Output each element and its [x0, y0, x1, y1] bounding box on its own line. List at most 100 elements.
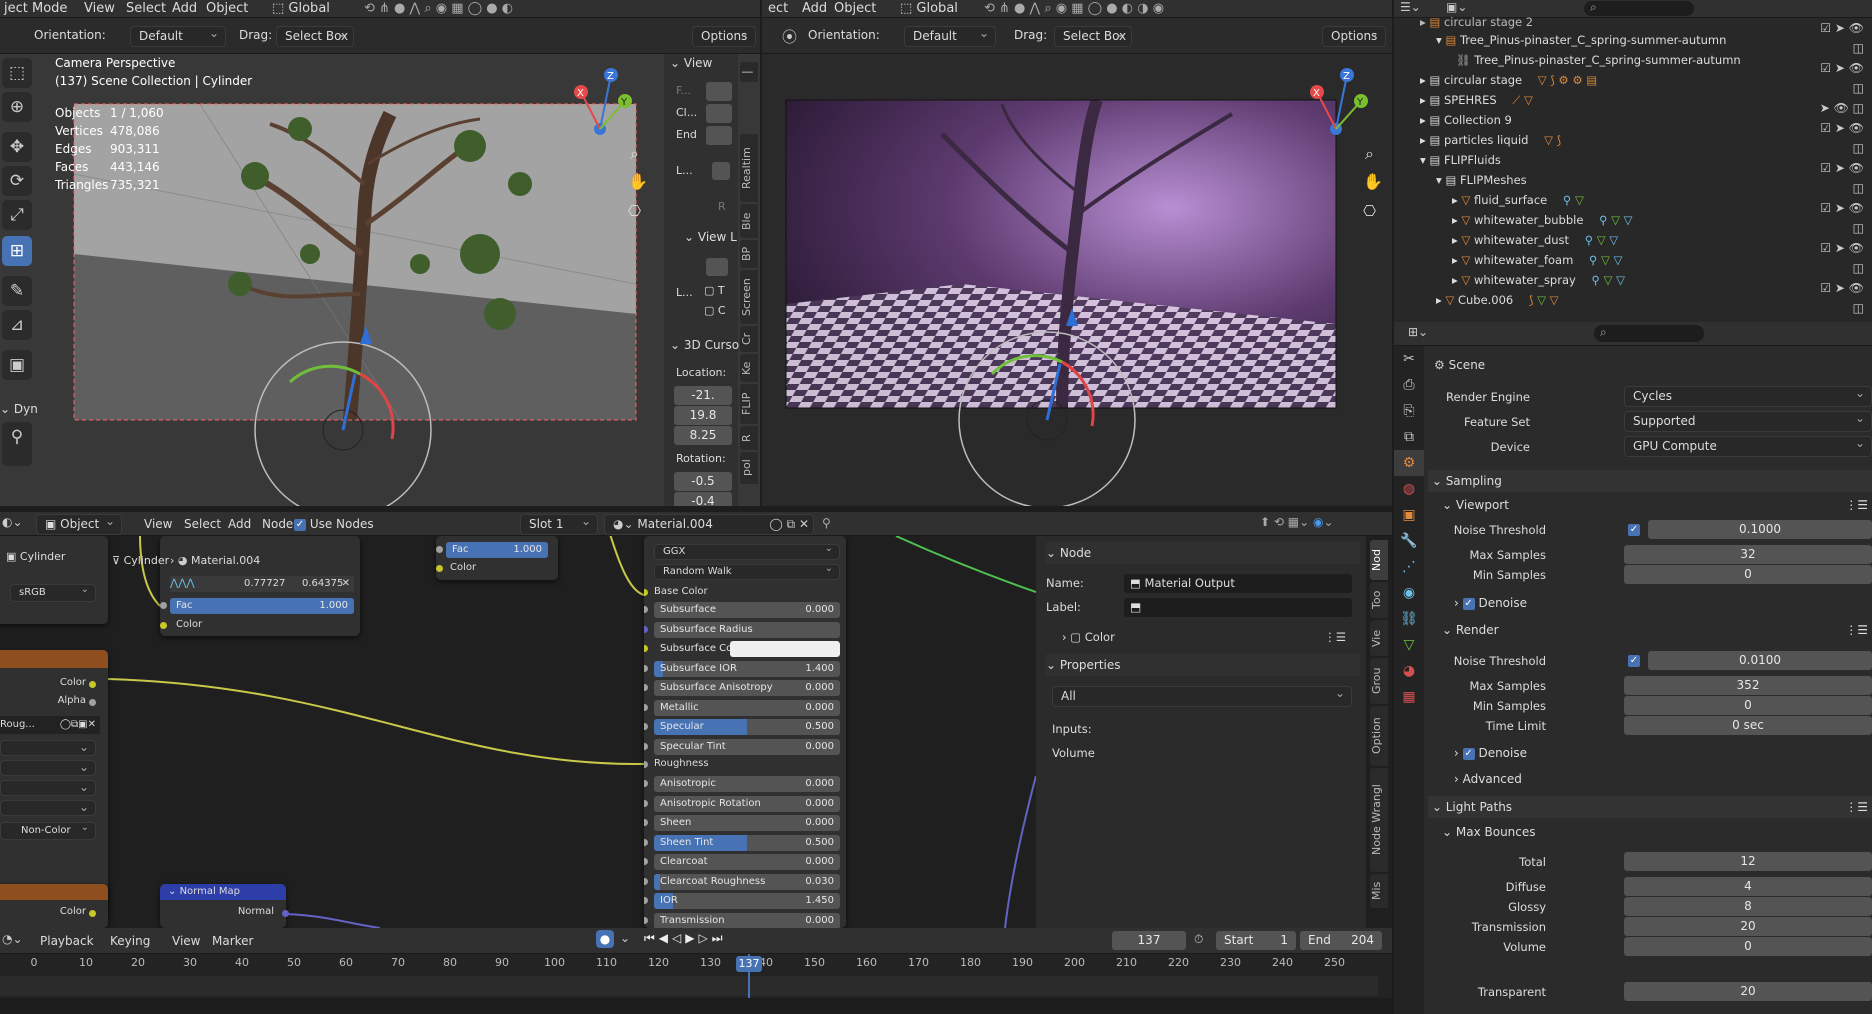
node-editor-type-icon[interactable]: ◐⌄: [2, 515, 23, 529]
r-min-field[interactable]: 0: [1624, 696, 1872, 715]
ramp-values[interactable]: ⋀⋀⋀ 0.77727 0.64375 ✕: [170, 576, 354, 592]
view-layer-tab-icon[interactable]: ⧉: [1394, 424, 1424, 450]
tab-tool[interactable]: Too: [1370, 582, 1388, 618]
cursor-loc-x[interactable]: -21.: [674, 386, 732, 405]
end-field[interactable]: [706, 126, 732, 145]
particles-tab-icon[interactable]: ⋰: [1394, 554, 1424, 580]
extension-dropdown[interactable]: [0, 780, 96, 796]
material-actions-icon[interactable]: ◯ ⧉ ✕: [769, 515, 809, 534]
autokey-record-icon[interactable]: ●: [596, 930, 614, 948]
menu-add[interactable]: Add: [168, 0, 201, 18]
diffuse-field[interactable]: 4: [1624, 877, 1872, 896]
tab-ke[interactable]: Ke: [740, 354, 758, 382]
slot-dropdown[interactable]: Slot 1: [520, 514, 598, 535]
editor-type-icon[interactable]: ⦿: [782, 26, 797, 47]
socket[interactable]: [644, 723, 648, 730]
snap-icons-mid[interactable]: ⟲ ⋔ ● ⋀ ⌕ ◉ ▦ ◯ ● ◐ ◑ ◉: [980, 0, 1168, 18]
vp-noise-field[interactable]: 0.1000: [1648, 520, 1872, 539]
outliner-row[interactable]: ▸ ▤ particles liquid ▽ ⟆: [1394, 130, 1872, 150]
menu-view[interactable]: View: [80, 0, 119, 18]
drag-dropdown[interactable]: Select Box: [276, 26, 354, 47]
tab-r[interactable]: R: [740, 426, 758, 450]
rotate-tool-icon[interactable]: ⟳: [2, 166, 32, 196]
principled-bsdf-node[interactable]: GGX Random Walk Base Color Roughness Sub…: [644, 536, 846, 928]
focal-field[interactable]: [706, 82, 732, 101]
properties-panel-header[interactable]: ⌄ Properties: [1046, 654, 1360, 676]
noncolor-dropdown[interactable]: Non-Color: [0, 822, 96, 840]
bsdf-slider[interactable]: Clearcoat Roughness 0.030: [654, 873, 840, 890]
menu-keying[interactable]: Keying: [106, 932, 154, 950]
normal-map-header[interactable]: ⌄ Normal Map: [160, 884, 286, 900]
tab-item[interactable]: |: [740, 62, 758, 82]
outliner-row[interactable]: ▾ ▤ FLIPFluids: [1394, 150, 1872, 170]
menu-playback[interactable]: Playback: [36, 932, 98, 950]
timeline-area[interactable]: 0 10 20 30 40 50 60 70 80 90 100 110 120 130 140 150 160…: [0, 954, 1392, 1014]
node-name-field[interactable]: ⬒ Material Output: [1124, 574, 1352, 593]
render-engine-dropdown[interactable]: Cycles: [1624, 386, 1872, 407]
bsdf-slider[interactable]: Sheen Tint 0.500: [654, 834, 840, 851]
normal-map-node[interactable]: ⌄ Normal Map Normal: [160, 884, 289, 928]
outliner-row[interactable]: ▸ ▽ whitewater_dust ⚲ ▽ ▽: [1394, 230, 1872, 250]
bsdf-slider[interactable]: Metallic 0.000: [654, 699, 840, 716]
dyn-panel[interactable]: ⌄ Dyn: [0, 402, 40, 420]
local-camera-icon[interactable]: [712, 162, 730, 180]
transparent-field[interactable]: 20: [1624, 982, 1872, 1001]
feature-set-dropdown[interactable]: Supported: [1624, 411, 1872, 432]
tab-view[interactable]: Vie: [1370, 620, 1388, 656]
menu-object-mid[interactable]: Object: [830, 0, 880, 18]
glossy-field[interactable]: 8: [1624, 897, 1872, 916]
bsdf-slider[interactable]: Transmission 0.000: [654, 912, 840, 928]
outliner-row[interactable]: ▸ ▽ whitewater_bubble ⚲ ▽ ▽: [1394, 210, 1872, 230]
modifier-tab-icon[interactable]: 🔧: [1394, 528, 1424, 554]
output-target-dropdown[interactable]: All: [1052, 686, 1352, 707]
tab-group[interactable]: Grou: [1370, 658, 1388, 704]
bsdf-slider[interactable]: Subsurface 0.000: [654, 602, 840, 618]
clock-icon[interactable]: ⏱: [1194, 932, 1203, 947]
render-subpanel-header[interactable]: ⌄ Render ⋮☰: [1442, 620, 1872, 640]
object-tab-icon[interactable]: ▣: [1394, 502, 1424, 528]
end-frame-field[interactable]: End 204: [1300, 931, 1382, 950]
tab-bp[interactable]: BP: [740, 240, 758, 268]
outliner-row[interactable]: ▸ ▽ whitewater_spray ⚲ ▽ ▽: [1394, 270, 1872, 290]
tab-screen[interactable]: Screen: [740, 270, 758, 324]
volume-field[interactable]: 0: [1624, 937, 1872, 956]
socket[interactable]: [644, 664, 648, 672]
socket[interactable]: [644, 916, 648, 924]
vp-denoise-subpanel[interactable]: › ✓ Denoise: [1454, 596, 1527, 610]
max-bounces-subpanel-header[interactable]: ⌄ Max Bounces: [1442, 822, 1536, 842]
tab-realtime[interactable]: Realtim: [740, 134, 758, 202]
sss-method-dropdown[interactable]: Random Walk: [654, 564, 840, 580]
outliner-row[interactable]: ▸ ▽ whitewater_foam ⚲ ▽ ▽: [1394, 250, 1872, 270]
source-dropdown[interactable]: [0, 800, 96, 816]
render-tab-icon[interactable]: ⎙: [1394, 372, 1424, 398]
socket[interactable]: [644, 877, 648, 885]
color-subpanel[interactable]: › ▢ Color ⋮☰: [1062, 630, 1352, 644]
lock-camera[interactable]: ▢ C: [704, 304, 726, 317]
tab-options[interactable]: Option: [1370, 706, 1388, 766]
bsdf-slider[interactable]: Clearcoat 0.000: [654, 854, 840, 870]
transform-tool-icon[interactable]: ⊞: [2, 236, 32, 266]
socket[interactable]: [644, 742, 648, 750]
scene-tab-icon[interactable]: ⚙: [1394, 450, 1424, 476]
cursor-rot-x[interactable]: -0.5: [674, 472, 732, 491]
menu-add-mid[interactable]: Add: [798, 0, 831, 18]
socket[interactable]: [644, 897, 648, 904]
output-tab-icon[interactable]: ⎘: [1394, 398, 1424, 424]
transform-orientation-mid[interactable]: ⬚ Global: [896, 0, 962, 18]
bsdf-slider[interactable]: Subsurface Radius: [654, 621, 840, 638]
start-frame-field[interactable]: Start 1: [1216, 931, 1296, 950]
socket[interactable]: [160, 622, 167, 629]
bsdf-slider[interactable]: IOR 1.450: [654, 893, 840, 909]
r-noise-field[interactable]: 0.0100: [1648, 651, 1872, 670]
lock-to-3d-cursor[interactable]: ▢ T: [704, 284, 725, 297]
viewport-right[interactable]: Z X Y ⌕ ✋ ⎔: [762, 54, 1392, 506]
transform-orientation[interactable]: ⬚ Global: [268, 0, 334, 18]
current-frame-field[interactable]: 137: [1112, 931, 1186, 950]
r-noise-checkbox[interactable]: ✓: [1628, 655, 1640, 667]
timeline-editor-icon[interactable]: ◔⌄: [2, 932, 23, 946]
vp-max-field[interactable]: 32: [1624, 545, 1872, 564]
outliner-row[interactable]: ▾ ▤ Tree_Pinus-pinaster_C_spring-summer-…: [1394, 30, 1872, 50]
tool-tab-icon[interactable]: ✂: [1394, 346, 1424, 372]
image-node-left[interactable]: ▣ Cylinder sRGB: [0, 536, 108, 624]
dyn-tools-icon[interactable]: ⚲: [2, 422, 32, 466]
